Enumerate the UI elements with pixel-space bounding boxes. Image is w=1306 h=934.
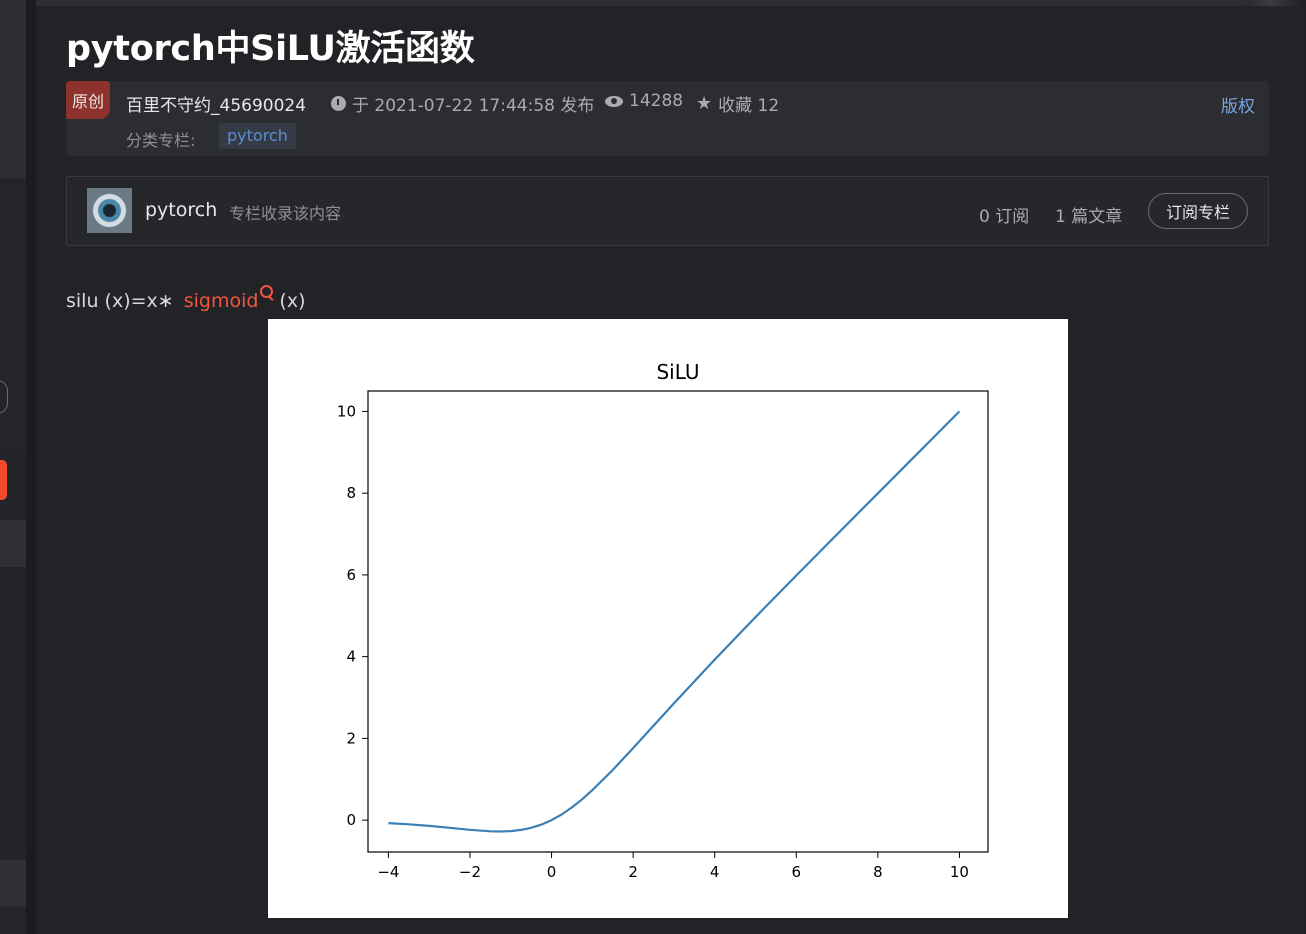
column-article-count: 1 篇文章: [1055, 207, 1123, 227]
column-card: pytorch 专栏收录该内容 0 订阅 1 篇文章 订阅专栏: [66, 176, 1269, 246]
article-container: pytorch中SiLU激活函数 原创 百里不守约_45690024 于 202…: [36, 6, 1300, 934]
eye-icon: [605, 95, 623, 107]
plot-frame: [367, 390, 989, 853]
author-link[interactable]: 百里不守约_45690024: [126, 91, 306, 116]
y-tick-label: 2: [346, 729, 356, 747]
category-tag[interactable]: pytorch: [219, 123, 296, 149]
y-tick-label: 6: [346, 566, 356, 584]
page-title: pytorch中SiLU激活函数: [66, 29, 475, 69]
search-icon[interactable]: [260, 285, 274, 298]
publish-time: 于 2021-07-22 17:44:58 发布: [331, 91, 594, 116]
y-tick-label: 4: [346, 648, 356, 666]
x-tick-label: 6: [792, 863, 802, 881]
sidebar-panel: [0, 860, 26, 907]
x-tick-label: −2: [459, 863, 481, 881]
article-meta: 原创 百里不守约_45690024 于 2021-07-22 17:44:58 …: [66, 81, 1269, 156]
chart-svg: SiLU −4 −2 0 2 4 6 8 10 0 2 4 6 8 10: [337, 360, 989, 881]
copyright-link[interactable]: 版权: [1221, 92, 1255, 117]
favorite-count-text: 收藏 12: [718, 96, 780, 116]
column-name[interactable]: pytorch: [145, 199, 217, 221]
y-tick-label: 0: [346, 811, 356, 829]
y-tick-label: 10: [337, 402, 356, 420]
sidebar-panel: [0, 450, 26, 850]
view-count-text: 14288: [629, 91, 684, 111]
sigmoid-link[interactable]: sigmoid: [184, 290, 259, 312]
y-tick-label: 8: [346, 484, 356, 502]
original-badge: 原创: [66, 81, 110, 119]
column-subscribers: 0 订阅: [979, 207, 1030, 227]
column-description: 专栏收录该内容: [229, 204, 342, 223]
subscribe-column-button[interactable]: 订阅专栏: [1148, 193, 1248, 229]
silu-chart: SiLU −4 −2 0 2 4 6 8 10 0 2 4 6 8 10: [268, 319, 1068, 918]
x-tick-label: −4: [377, 863, 399, 881]
x-tick-label: 8: [873, 863, 883, 881]
sidebar-panel: [0, 520, 26, 567]
sidebar-active-indicator[interactable]: [0, 460, 7, 500]
view-count: 14288: [605, 91, 683, 111]
star-icon: ★: [696, 92, 713, 114]
sidebar-panel: [0, 0, 26, 178]
series-line: [388, 410, 961, 833]
formula-line: silu (x)=x∗ sigmoid (x): [66, 285, 306, 312]
x-tick-label: 10: [950, 863, 969, 881]
x-tick-label: 2: [628, 863, 638, 881]
category-label: 分类专栏:: [126, 131, 196, 150]
publish-time-text: 于 2021-07-22 17:44:58 发布: [352, 96, 595, 116]
sidebar-toggle-button[interactable]: [0, 380, 8, 414]
left-sidebar: [0, 0, 26, 934]
clock-icon: [331, 96, 346, 111]
column-avatar[interactable]: [87, 188, 132, 233]
gutter: [26, 0, 36, 934]
x-tick-label: 0: [547, 863, 557, 881]
favorite-button[interactable]: ★ 收藏 12: [696, 91, 779, 116]
chart-title: SiLU: [656, 360, 699, 384]
x-tick-label: 4: [710, 863, 720, 881]
formula-prefix: silu (x)=x∗: [66, 290, 174, 312]
formula-suffix: (x): [279, 290, 306, 312]
